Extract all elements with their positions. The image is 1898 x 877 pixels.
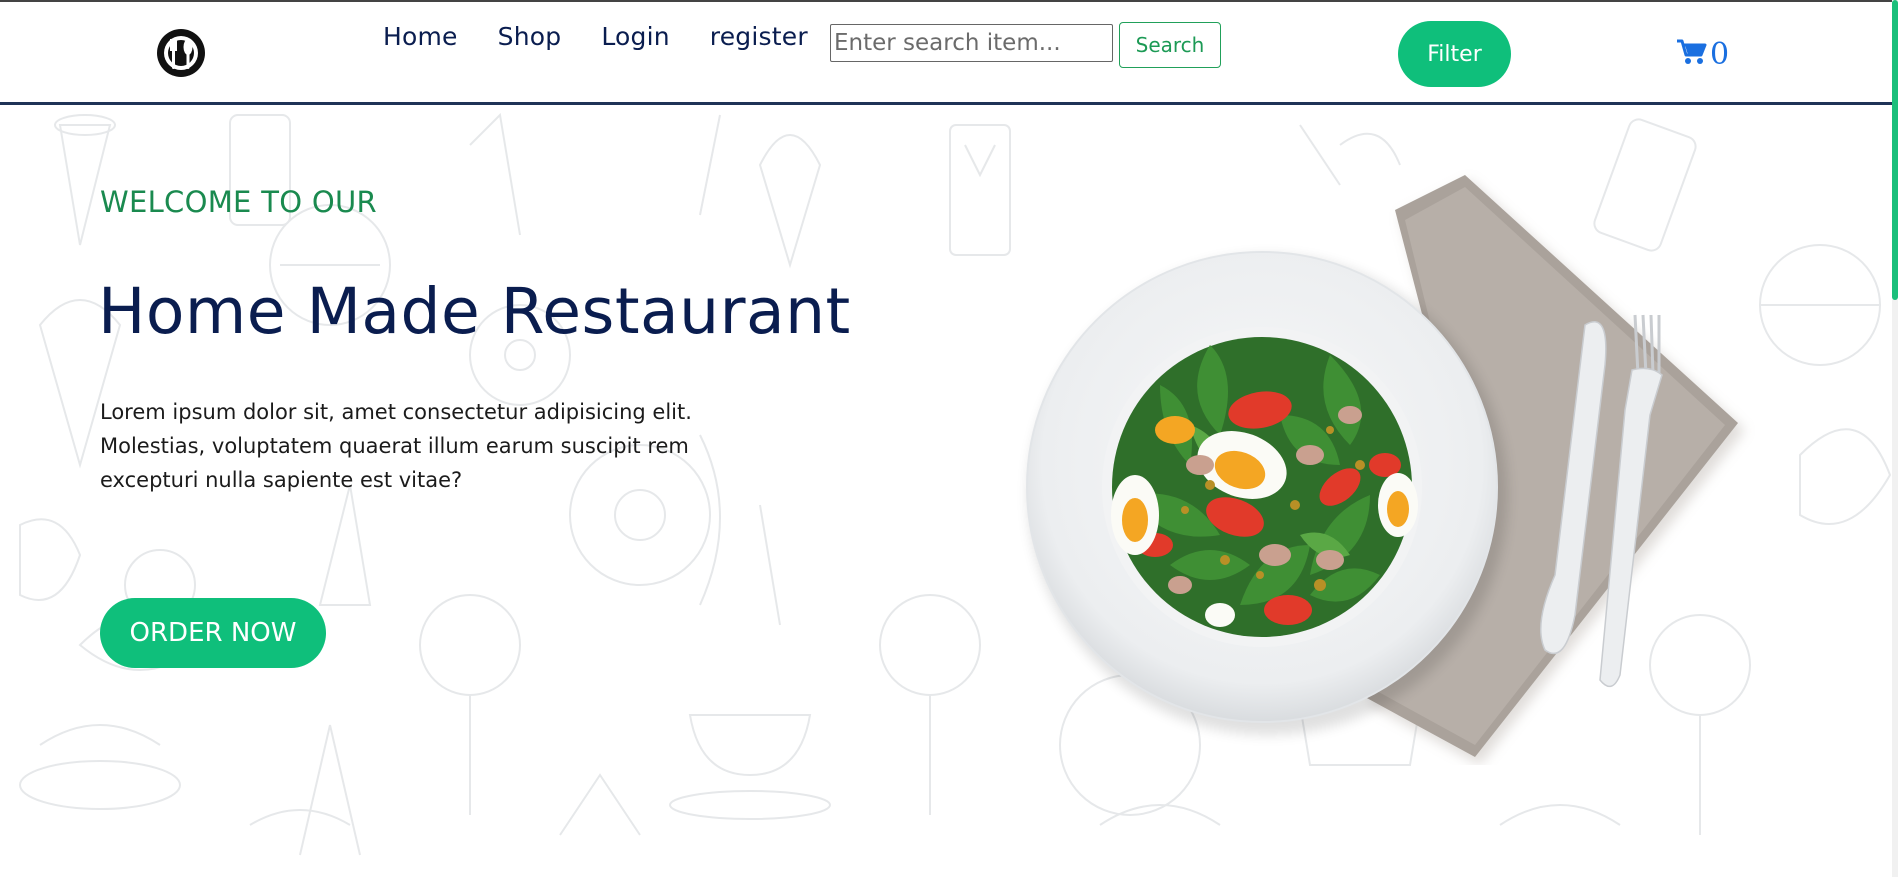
- main-nav: Home Shop Login register: [383, 22, 808, 51]
- cart-link[interactable]: 0: [1676, 38, 1729, 70]
- hero-section: WELCOME TO OUR Home Made Restaurant Lore…: [0, 105, 1898, 877]
- scrollbar-thumb[interactable]: [1892, 0, 1898, 300]
- order-now-button[interactable]: ORDER NOW: [100, 598, 326, 668]
- search-input[interactable]: [830, 24, 1113, 62]
- navbar: Home Shop Login register Search Filter 0: [0, 0, 1898, 105]
- hero-eyebrow: WELCOME TO OUR: [100, 185, 377, 219]
- nav-register-link[interactable]: register: [710, 22, 808, 51]
- nav-login-link[interactable]: Login: [601, 22, 669, 51]
- hero-title: Home Made Restaurant: [98, 275, 851, 348]
- filter-button[interactable]: Filter: [1398, 21, 1511, 87]
- hero-description: Lorem ipsum dolor sit, amet consectetur …: [100, 400, 692, 492]
- nav-shop-link[interactable]: Shop: [498, 22, 562, 51]
- search-button[interactable]: Search: [1119, 22, 1221, 68]
- cart-count: 0: [1710, 37, 1730, 72]
- salad-plate-image: [1026, 175, 1745, 765]
- restaurant-logo-icon[interactable]: [155, 27, 207, 79]
- nav-home-link[interactable]: Home: [383, 22, 458, 51]
- cart-icon: [1676, 38, 1708, 70]
